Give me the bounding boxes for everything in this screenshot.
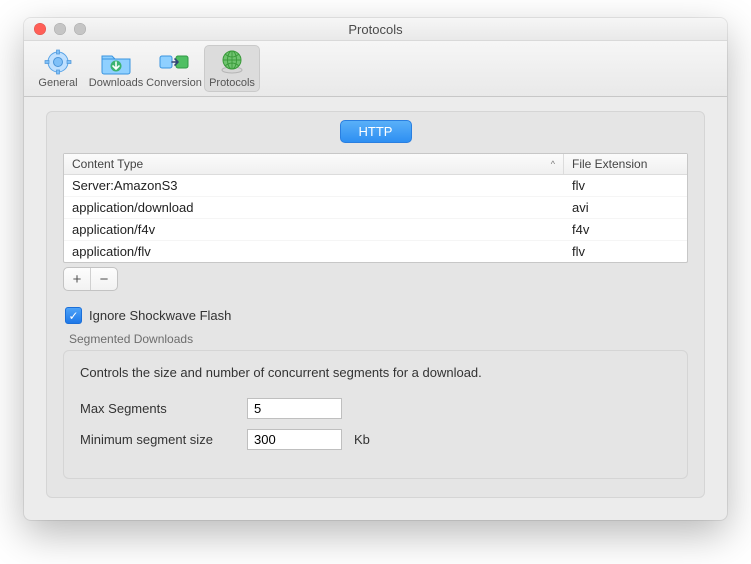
column-content-type[interactable]: Content Type ^ xyxy=(64,154,564,174)
column-label: Content Type xyxy=(72,157,143,171)
max-segments-label: Max Segments xyxy=(80,401,235,416)
cell-content-type: Server:AmazonS3 xyxy=(64,175,564,196)
group-box: Controls the size and number of concurre… xyxy=(63,350,688,479)
http-tab[interactable]: HTTP xyxy=(340,120,412,143)
group-description: Controls the size and number of concurre… xyxy=(80,365,671,380)
max-segments-input[interactable] xyxy=(247,398,342,419)
checkbox-checked-icon[interactable]: ✓ xyxy=(65,307,82,324)
titlebar: Protocols xyxy=(24,18,727,41)
content-area: HTTP Content Type ^ File Extension Serve… xyxy=(24,97,727,520)
cell-file-extension: flv xyxy=(564,241,687,262)
table-row[interactable]: Server:AmazonS3 flv xyxy=(64,175,687,197)
toolbar-label: Conversion xyxy=(146,77,202,89)
ignore-shockwave-row[interactable]: ✓ Ignore Shockwave Flash xyxy=(65,307,686,324)
cell-file-extension: flv xyxy=(564,175,687,196)
add-remove-control: + − xyxy=(63,267,118,291)
cell-content-type: application/download xyxy=(64,197,564,218)
add-button[interactable]: + xyxy=(64,268,91,290)
tab-general[interactable]: General xyxy=(30,45,86,92)
close-icon[interactable] xyxy=(34,23,46,35)
cell-file-extension: f4v xyxy=(564,219,687,240)
table-row[interactable]: application/download avi xyxy=(64,197,687,219)
table-row[interactable]: application/flv flv xyxy=(64,241,687,262)
table-body: Server:AmazonS3 flv application/download… xyxy=(64,175,687,262)
gear-icon xyxy=(41,48,75,76)
cell-file-extension: avi xyxy=(564,197,687,218)
globe-icon xyxy=(215,48,249,76)
window-controls xyxy=(24,23,86,35)
min-segment-size-input[interactable] xyxy=(247,429,342,450)
min-segment-size-label: Minimum segment size xyxy=(80,432,235,447)
unit-label: Kb xyxy=(354,432,370,447)
tab-downloads[interactable]: Downloads xyxy=(88,45,144,92)
minimize-icon[interactable] xyxy=(54,23,66,35)
min-segment-size-row: Minimum segment size Kb xyxy=(80,429,671,450)
toolbar-label: General xyxy=(30,77,86,89)
segmented-downloads-group: Segmented Downloads Controls the size an… xyxy=(63,332,688,479)
table-header: Content Type ^ File Extension xyxy=(64,154,687,175)
protocols-panel: HTTP Content Type ^ File Extension Serve… xyxy=(46,111,705,498)
zoom-icon[interactable] xyxy=(74,23,86,35)
cell-content-type: application/flv xyxy=(64,241,564,262)
download-folder-icon xyxy=(99,48,133,76)
preferences-window: Protocols General xyxy=(24,18,727,520)
remove-button[interactable]: − xyxy=(91,268,117,290)
table-row[interactable]: application/f4v f4v xyxy=(64,219,687,241)
max-segments-row: Max Segments xyxy=(80,398,671,419)
cell-content-type: application/f4v xyxy=(64,219,564,240)
tab-conversion[interactable]: Conversion xyxy=(146,45,202,92)
column-label: File Extension xyxy=(572,157,647,171)
toolbar: General Downloads Conversio xyxy=(24,41,727,97)
column-file-extension[interactable]: File Extension xyxy=(564,154,687,174)
window-title: Protocols xyxy=(24,22,727,37)
toolbar-label: Protocols xyxy=(204,77,260,89)
sort-ascending-icon: ^ xyxy=(551,159,555,169)
checkbox-label: Ignore Shockwave Flash xyxy=(89,308,231,323)
content-type-table: Content Type ^ File Extension Server:Ama… xyxy=(63,153,688,263)
conversion-icon xyxy=(157,48,191,76)
tab-protocols[interactable]: Protocols xyxy=(204,45,260,92)
toolbar-label: Downloads xyxy=(88,77,144,89)
group-title: Segmented Downloads xyxy=(69,332,688,346)
